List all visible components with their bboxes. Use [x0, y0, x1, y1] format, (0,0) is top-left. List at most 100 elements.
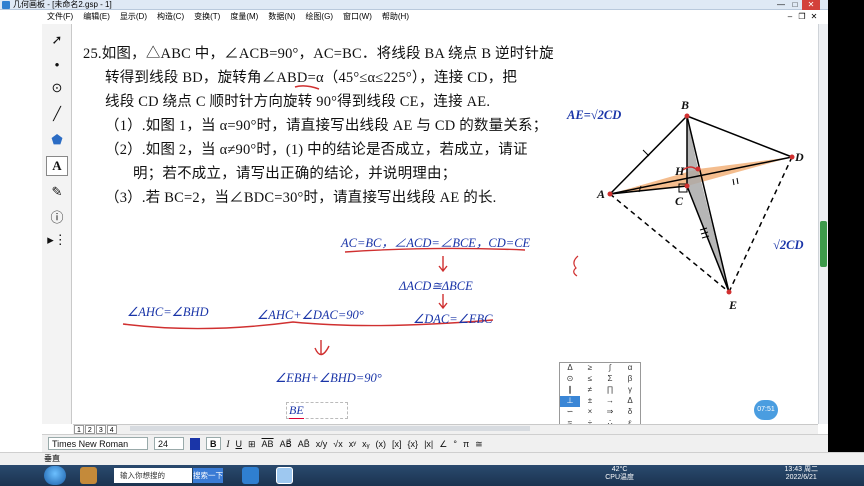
sqrt-icon[interactable]: √x [333, 436, 342, 452]
document-controls: – ❐ ✕ [784, 12, 820, 21]
power-icon[interactable]: xʸ [349, 436, 356, 452]
degree-icon[interactable]: ° [453, 436, 457, 452]
palette-symbol[interactable]: ± [580, 396, 600, 407]
bold-button[interactable]: B [206, 437, 221, 450]
cpu-temp-value: 42°C [611, 466, 628, 473]
menu-data[interactable]: 数据(N) [263, 11, 300, 23]
doc-restore-button[interactable]: ❐ [796, 12, 808, 21]
line-tool-icon[interactable]: ╱ [46, 104, 68, 124]
subscript-icon[interactable]: xᵧ [362, 436, 369, 452]
math-format-icon[interactable]: ⊞ [248, 436, 256, 452]
arrow-select-icon[interactable]: ➚ [46, 30, 68, 50]
geometry-app-taskbar-icon[interactable] [276, 467, 293, 484]
palette-symbol[interactable]: γ [620, 385, 640, 396]
palette-symbol[interactable]: ∽ [560, 407, 580, 418]
menu-measure[interactable]: 度量(M) [225, 11, 263, 23]
ie-browser-icon[interactable] [242, 467, 259, 484]
font-family-select[interactable]: Times New Roman [48, 437, 148, 450]
text-color-swatch[interactable] [190, 437, 200, 450]
menu-bar: 文件(F) 编辑(E) 显示(D) 构造(C) 变换(T) 度量(M) 数据(N… [42, 11, 414, 23]
palette-symbol[interactable]: ≠ [580, 385, 600, 396]
start-button-icon[interactable] [44, 466, 66, 485]
close-button[interactable]: ✕ [802, 0, 820, 10]
menu-help[interactable]: 帮助(H) [377, 11, 414, 23]
menu-file[interactable]: 文件(F) [42, 11, 78, 23]
underline-button[interactable]: U [236, 436, 243, 452]
angle-icon[interactable]: ∠ [439, 436, 447, 452]
compass-tool-icon[interactable]: ⊙ [46, 78, 68, 98]
ray-icon[interactable]: AB⃗ [280, 436, 292, 452]
text-tool-icon[interactable]: A [46, 156, 68, 176]
palette-symbol[interactable]: ∥ [560, 385, 580, 396]
horizontal-scrollbar[interactable] [130, 426, 530, 431]
taskbar-search-button[interactable]: 搜索一下 [193, 468, 223, 483]
arc-icon[interactable]: AB̑ [298, 436, 310, 452]
brackets-icon[interactable]: [x] [392, 436, 402, 452]
doc-minimize-button[interactable]: – [784, 12, 796, 21]
label-c: C [675, 194, 684, 208]
braces-icon[interactable]: {x} [408, 436, 419, 452]
approx-icon[interactable]: ≅ [475, 436, 483, 452]
cpu-temp: 42°C CPU温度 [605, 466, 634, 482]
doc-close-button[interactable]: ✕ [808, 12, 820, 21]
custom-tool-icon[interactable]: ▸⋮ [46, 230, 68, 250]
point-tool-icon[interactable]: • [46, 54, 68, 74]
palette-symbol[interactable]: ∏ [600, 385, 620, 396]
label-e: E [729, 298, 738, 312]
maximize-button[interactable]: □ [788, 0, 802, 10]
menu-window[interactable]: 窗口(W) [338, 11, 377, 23]
italic-button[interactable]: I [227, 436, 230, 452]
pi-icon[interactable]: π [463, 436, 469, 452]
scrollbar-thumb[interactable] [820, 221, 827, 267]
sketch-canvas[interactable]: 25.如图，△ABC 中，∠ACB=90°，AC=BC．将线段 BA 绕点 B … [73, 24, 818, 424]
palette-symbol[interactable]: ≤ [580, 374, 600, 385]
vertical-scrollbar[interactable] [818, 24, 828, 424]
window-controls: — □ ✕ [774, 0, 820, 10]
font-size-select[interactable]: 24 [154, 437, 184, 450]
label-h: H [675, 164, 685, 178]
palette-symbol-selected[interactable]: ⊥ [560, 396, 580, 407]
status-bar: 垂直 [0, 452, 864, 465]
text-edit-content[interactable]: BE [289, 403, 304, 419]
palette-symbol[interactable]: δ [620, 407, 640, 418]
palette-symbol[interactable]: ⇒ [600, 407, 620, 418]
abs-icon[interactable]: |x| [424, 436, 433, 452]
fraction-icon[interactable]: x/y [316, 436, 328, 452]
palette-symbol[interactable]: Σ [600, 374, 620, 385]
page-tab-4[interactable]: 4 [106, 425, 117, 434]
menu-display[interactable]: 显示(D) [115, 11, 152, 23]
clock[interactable]: 13:43 周二 2022/6/21 [785, 466, 818, 482]
menu-construct[interactable]: 构造(C) [152, 11, 189, 23]
palette-symbol[interactable]: β [620, 374, 640, 385]
app-icon [2, 1, 10, 9]
info-tool-icon[interactable]: ⓘ [46, 206, 68, 226]
recording-timer-badge[interactable]: 07:51 [754, 400, 778, 420]
segment-be [686, 115, 730, 293]
menu-edit[interactable]: 编辑(E) [78, 11, 115, 23]
palette-symbol[interactable]: Δ [620, 396, 640, 407]
label-a: A [597, 187, 606, 201]
segment-overline-icon[interactable]: AB [262, 436, 274, 452]
page-tab-1[interactable]: 1 [74, 425, 84, 434]
parentheses-icon[interactable]: (x) [376, 436, 387, 452]
taskbar-search-input[interactable]: 输入你想搜的 [114, 468, 192, 483]
palette-symbol[interactable]: × [580, 407, 600, 418]
label-d: D [795, 150, 804, 164]
palette-symbol[interactable]: ≥ [580, 363, 600, 374]
app-launcher-icon[interactable] [80, 467, 97, 484]
palette-symbol[interactable]: Δ [560, 363, 580, 374]
menu-graph[interactable]: 绘图(G) [300, 11, 338, 23]
page-tab-3[interactable]: 3 [95, 425, 106, 434]
polygon-tool-icon[interactable]: ⬟ [46, 130, 68, 150]
palette-symbol[interactable]: ⊙ [560, 374, 580, 385]
segment-bd [686, 115, 793, 158]
palette-symbol[interactable]: α [620, 363, 640, 374]
palette-symbol[interactable]: → [600, 396, 620, 407]
window-title: 几何画板 - [未命名2.gsp - 1] [13, 0, 112, 9]
marker-tool-icon[interactable]: ✎ [46, 182, 68, 202]
page-tab-2[interactable]: 2 [84, 425, 95, 434]
text-edit-box[interactable]: BE [286, 402, 348, 419]
palette-symbol[interactable]: ∫ [600, 363, 620, 374]
minimize-button[interactable]: — [774, 0, 788, 10]
menu-transform[interactable]: 变换(T) [189, 11, 225, 23]
